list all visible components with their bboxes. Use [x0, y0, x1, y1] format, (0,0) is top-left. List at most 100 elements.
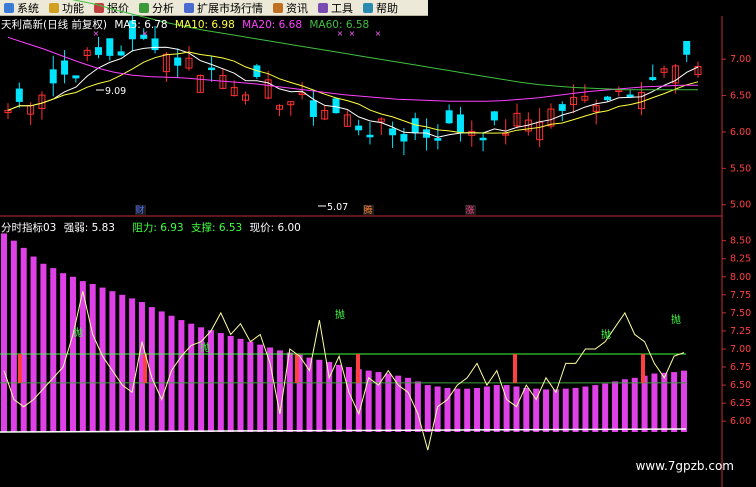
- indicator-bar: [523, 387, 530, 432]
- indicator-bar: [316, 359, 323, 432]
- indicator-bar: [562, 388, 569, 432]
- indicator-panel-header: 分时指标03 强弱: 5.83 阻力: 6.93 支撑: 6.53 现价: 6.…: [1, 220, 301, 235]
- signal-label: 抛: [200, 341, 210, 354]
- indicator-bar: [267, 347, 274, 432]
- candle-down: [332, 98, 340, 114]
- ma10-label: MA10:: [174, 19, 209, 31]
- ind-tick-label: 8.25: [730, 254, 751, 265]
- candle-down: [15, 88, 23, 102]
- indicator-bar: [227, 335, 234, 432]
- indicator-bar: [483, 386, 490, 432]
- price-label: 现价:: [249, 222, 275, 234]
- price-tick-label: 6.00: [730, 127, 751, 138]
- indicator-bar: [119, 294, 126, 432]
- signal-bar: [641, 354, 645, 383]
- indicator-bar: [375, 372, 382, 432]
- candle-down: [479, 137, 487, 141]
- indicator-bar: [20, 247, 27, 432]
- indicator-bar: [493, 385, 500, 432]
- ind-tick-label: 7.75: [730, 290, 751, 301]
- indicator-bar: [89, 283, 96, 432]
- candle-down: [626, 94, 634, 98]
- price-panel-header: 天利高新(日线 前复权) MA5: 6.78 MA10: 6.98 MA20: …: [1, 17, 369, 32]
- indicator-bar: [641, 375, 648, 432]
- candle-down: [604, 96, 612, 101]
- candle-down: [94, 47, 102, 55]
- price-tick-label: 6.50: [730, 91, 751, 102]
- indicator-bar: [345, 367, 352, 432]
- ma5-value: 6.78: [144, 19, 168, 31]
- low-marker: 5.07: [327, 202, 348, 213]
- candle-down: [117, 51, 125, 56]
- resist-label: 阻力:: [132, 222, 157, 234]
- signal-bar: [513, 354, 517, 383]
- ind-tick-label: 6.75: [730, 362, 751, 373]
- candle-down: [558, 104, 566, 111]
- indicator-bar: [257, 344, 264, 432]
- indicator-bar: [444, 387, 451, 432]
- indicator-bar: [592, 385, 599, 432]
- signal-label: 抛: [601, 328, 611, 341]
- signal-label: 抛: [73, 326, 83, 339]
- support-label: 支撑:: [190, 222, 216, 234]
- indicator-bar: [513, 386, 520, 432]
- support-value: 6.53: [218, 222, 243, 234]
- indicator-bar: [79, 281, 86, 432]
- event-marker: 腾: [363, 204, 372, 216]
- indicator-bar: [681, 370, 687, 432]
- indicator-bar: [661, 372, 668, 432]
- high-marker: 9.09: [105, 86, 126, 97]
- ind-tick-label: 7.25: [730, 326, 751, 337]
- ma20-value: 6.68: [278, 19, 303, 31]
- signal-label: 抛: [671, 313, 681, 326]
- indicator-bar: [454, 388, 461, 432]
- candle-down: [106, 38, 114, 56]
- candle-down: [309, 100, 317, 117]
- indicator-bar: [50, 268, 57, 432]
- indicator-bar: [178, 320, 185, 432]
- indicator-bar: [671, 372, 678, 432]
- indicator-bar: [247, 341, 254, 432]
- indicator-name: 分时指标03: [1, 222, 57, 234]
- strength-label: 强弱:: [63, 222, 89, 234]
- resist-value: 6.93: [160, 222, 184, 234]
- indicator-bar: [414, 381, 421, 432]
- candle-down: [49, 69, 57, 84]
- indicator-bar: [543, 389, 550, 432]
- indicator-bar: [385, 373, 392, 432]
- price-tick-label: 5.50: [730, 163, 751, 174]
- indicator-bar: [40, 263, 47, 432]
- ind-tick-label: 6.25: [730, 398, 751, 409]
- candle-down: [490, 111, 498, 121]
- event-marker: 涨: [465, 205, 474, 216]
- indicator-bar: [552, 389, 559, 432]
- indicator-bar: [158, 311, 165, 432]
- indicator-bar: [237, 338, 244, 432]
- candle-down: [366, 134, 374, 138]
- indicator-bar: [434, 386, 441, 432]
- ind-tick-label: 8.50: [730, 236, 751, 247]
- ma60-value: 6.58: [345, 19, 370, 31]
- indicator-bar: [474, 387, 481, 432]
- indicator-bar: [10, 240, 17, 432]
- candle-down: [434, 138, 442, 141]
- signal-label: 抛: [335, 308, 345, 321]
- indicator-bar: [395, 375, 402, 432]
- indicator-bar: [405, 377, 412, 432]
- indicator-bar: [129, 298, 136, 432]
- indicator-bar: [60, 273, 67, 432]
- price-tick-label: 5.00: [730, 200, 751, 211]
- indicator-bar: [582, 386, 589, 432]
- event-marker: 财: [135, 204, 144, 216]
- ma20-label: MA20:: [242, 19, 276, 31]
- indicator-bar: [276, 350, 283, 432]
- stock-chart[interactable]: 7.006.506.005.505.009.095.07财腾涨× × × × ×8.50…: [0, 0, 756, 487]
- signal-bar: [356, 354, 360, 383]
- indicator-bar: [572, 387, 579, 432]
- ind-tick-label: 6.50: [730, 380, 751, 391]
- indicator-bar: [30, 256, 37, 432]
- signal-bar: [18, 354, 22, 383]
- ind-tick-label: 7.00: [730, 344, 751, 355]
- price-tick-label: 7.00: [730, 54, 751, 65]
- ma5-label: MA5:: [114, 19, 141, 31]
